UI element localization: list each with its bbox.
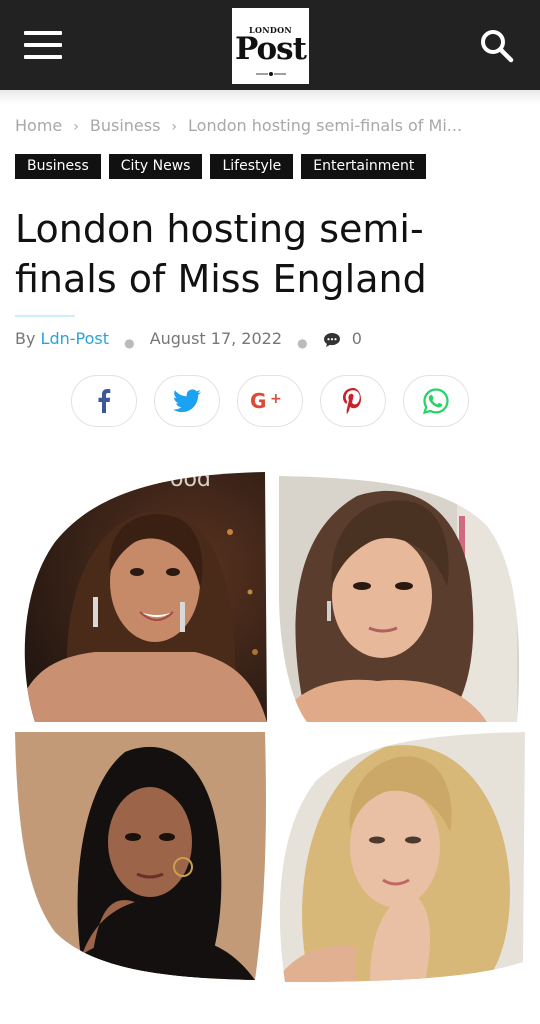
breadcrumb: Home › Business › London hosting semi-finals… — [15, 114, 535, 138]
site-header: LONDON Post — [0, 0, 540, 90]
contestant-photo-1[interactable]: ood — [15, 472, 267, 722]
contestant-photo-4[interactable] — [275, 732, 525, 982]
chevron-right-icon: › — [171, 119, 178, 135]
search-icon[interactable] — [480, 29, 514, 63]
share-pinterest-button[interactable] — [320, 375, 386, 427]
breadcrumb-home[interactable]: Home — [15, 116, 62, 135]
contestant-photo-1-image: ood — [24, 472, 267, 722]
contestant-photo-3-image — [15, 732, 266, 980]
author-link[interactable]: Ldn-Post — [41, 329, 109, 348]
article-date: August 17, 2022 — [149, 329, 283, 348]
share-whatsapp-button[interactable] — [403, 375, 469, 427]
whatsapp-icon — [423, 388, 449, 414]
article-title: London hosting semi-finals of Miss Engla… — [15, 207, 427, 301]
article-meta: By Ldn-Post ● August 17, 2022 ● 0 — [15, 328, 362, 350]
tag-lifestyle[interactable]: Lifestyle — [210, 154, 294, 179]
chevron-right-icon: › — [73, 119, 79, 135]
by-label: By — [15, 329, 36, 348]
comment-icon[interactable] — [323, 332, 341, 348]
meta-separator: ● — [297, 336, 308, 350]
svg-text:+: + — [270, 391, 282, 407]
contestant-photo-4-image — [279, 732, 525, 982]
breadcrumb-current: London hosting semi-finals of Mi... — [188, 116, 463, 135]
logo-ornament — [256, 72, 286, 76]
category-tags: Business City News Lifestyle Entertainme… — [15, 154, 427, 179]
twitter-icon — [173, 389, 201, 413]
svg-text:G: G — [250, 390, 266, 412]
tag-entertainment[interactable]: Entertainment — [301, 154, 427, 179]
photo-overlay-text: ood — [170, 472, 211, 492]
site-logo[interactable]: LONDON Post — [232, 8, 309, 84]
contestant-photo-2-image — [279, 476, 520, 722]
share-twitter-button[interactable] — [154, 375, 220, 427]
pinterest-icon — [343, 388, 361, 414]
meta-separator: ● — [124, 336, 135, 350]
tag-city-news[interactable]: City News — [108, 154, 203, 179]
header-shadow — [0, 90, 540, 104]
facebook-icon — [98, 389, 111, 413]
breadcrumb-business[interactable]: Business — [90, 116, 161, 135]
share-google-plus-button[interactable]: G + — [237, 375, 303, 427]
tag-business[interactable]: Business — [15, 154, 101, 179]
logo-main-text: Post — [235, 31, 307, 67]
menu-icon[interactable] — [24, 31, 62, 59]
share-facebook-button[interactable] — [71, 375, 137, 427]
google-plus-icon: G + — [250, 390, 282, 412]
meta-divider — [15, 315, 75, 317]
contestant-photo-3[interactable] — [15, 732, 267, 980]
comment-count[interactable]: 0 — [352, 329, 362, 348]
contestant-photo-2[interactable] — [277, 476, 523, 722]
